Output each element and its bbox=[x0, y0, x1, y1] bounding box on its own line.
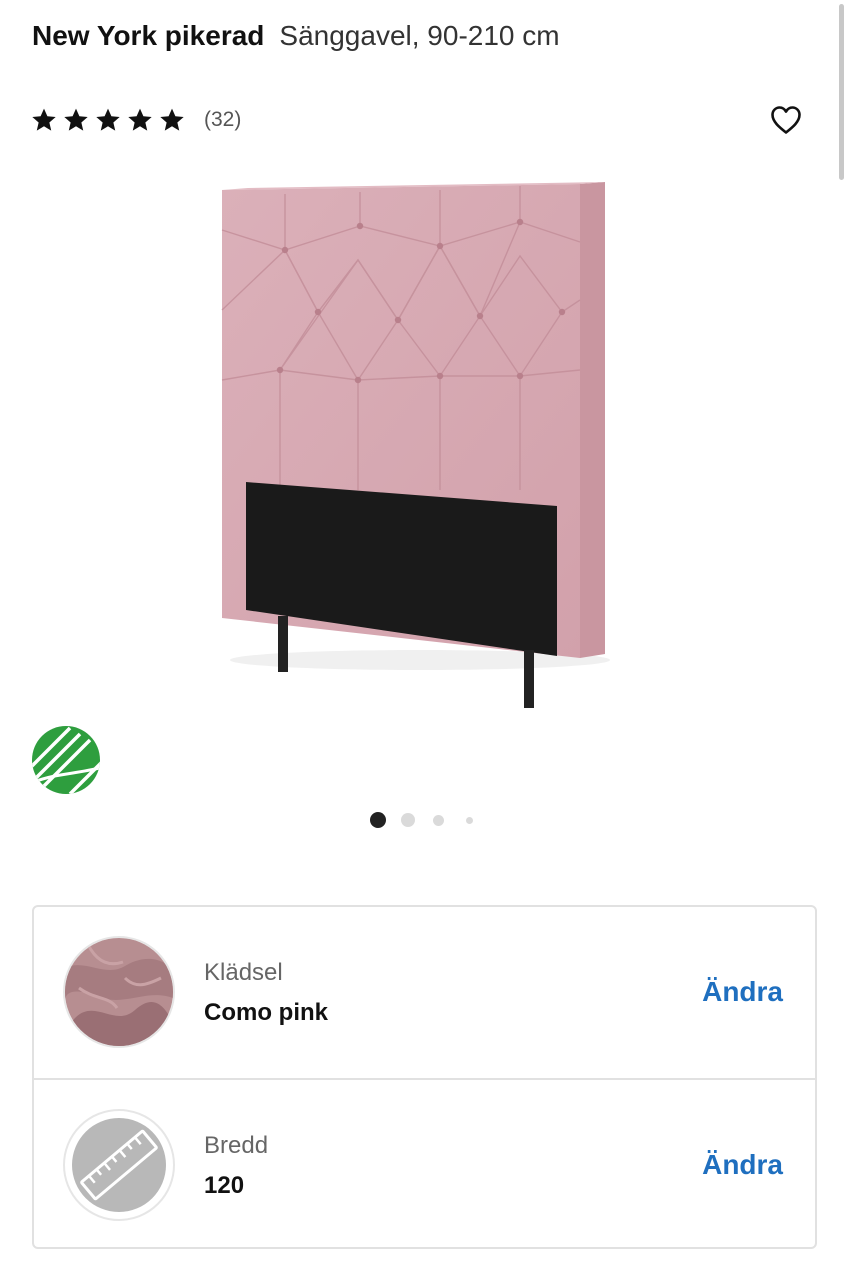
product-image[interactable] bbox=[200, 170, 630, 730]
star-icon bbox=[160, 108, 184, 131]
review-count[interactable]: (32) bbox=[204, 108, 241, 132]
width-icon-circle bbox=[63, 1109, 175, 1221]
change-width-link[interactable]: Ändra bbox=[702, 1148, 783, 1182]
option-value: Como pink bbox=[204, 999, 328, 1026]
product-name: New York pikerad bbox=[32, 20, 265, 51]
carousel-dot[interactable] bbox=[466, 816, 473, 824]
fabric-swatch-image bbox=[65, 938, 173, 1046]
star-icon bbox=[32, 108, 56, 131]
image-carousel-dots bbox=[0, 808, 848, 832]
rating[interactable]: (32) bbox=[30, 102, 241, 138]
product-options-card: Klädsel Como pink Ändra Bredd 120 Ändra bbox=[32, 905, 817, 1249]
carousel-dot[interactable] bbox=[401, 813, 415, 827]
star-icon bbox=[64, 108, 88, 131]
option-label: Bredd bbox=[204, 1132, 269, 1159]
favorite-button[interactable] bbox=[768, 102, 804, 138]
scrollbar[interactable] bbox=[839, 4, 844, 180]
product-title-row: New York pikerad Sänggavel, 90-210 cm bbox=[32, 16, 560, 56]
carousel-dot-active[interactable] bbox=[370, 812, 386, 828]
change-upholstery-link[interactable]: Ändra bbox=[702, 975, 783, 1009]
star-icon bbox=[128, 108, 152, 131]
option-width[interactable]: Bredd 120 Ändra bbox=[34, 1078, 815, 1249]
option-label: Klädsel bbox=[204, 959, 283, 986]
carousel-dot[interactable] bbox=[433, 814, 444, 826]
heart-outline-icon bbox=[771, 106, 801, 134]
star-icon bbox=[96, 108, 120, 131]
nordic-swan-ecolabel-icon[interactable] bbox=[30, 724, 102, 796]
rating-stars bbox=[30, 106, 186, 134]
option-upholstery[interactable]: Klädsel Como pink Ändra bbox=[34, 907, 815, 1078]
product-page: New York pikerad Sänggavel, 90-210 cm (3… bbox=[0, 0, 848, 1280]
option-value: 120 bbox=[204, 1172, 245, 1199]
product-description: Sänggavel, 90-210 cm bbox=[279, 20, 560, 51]
ruler-icon bbox=[72, 1118, 166, 1212]
fabric-swatch bbox=[63, 936, 175, 1048]
